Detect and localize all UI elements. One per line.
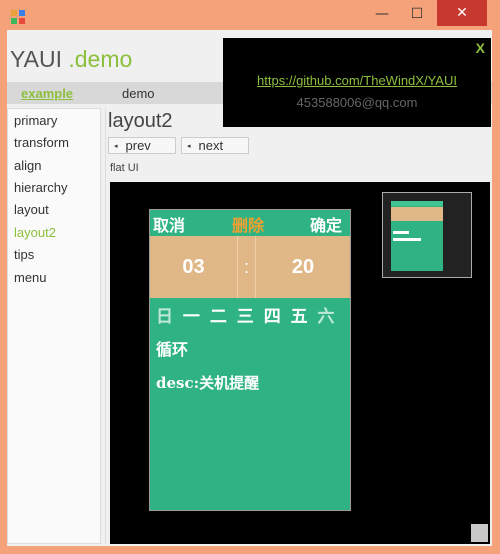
alarm-hour[interactable]: 03 (150, 236, 238, 298)
resize-grip[interactable] (471, 524, 488, 542)
demo-canvas[interactable]: 取消 删除 确定 03 : 20 日 一 二 三 四 五 六 循环 desc:关… (110, 182, 490, 544)
alarm-delete-button[interactable]: 删除 (232, 212, 264, 236)
sidebar-item-align[interactable]: align (14, 158, 41, 173)
thumbnail-card (391, 201, 443, 271)
alarm-header: 取消 删除 确定 (150, 210, 350, 236)
contact-email: 453588006@qq.com (296, 95, 418, 110)
github-link[interactable]: https://github.com/TheWindX/YAUI (223, 73, 491, 88)
alarm-description: desc:关机提醒 (156, 374, 260, 392)
prev-label: prev (125, 138, 151, 153)
weekday-wed[interactable]: 三 (237, 307, 256, 327)
weekday-sat[interactable]: 六 (318, 307, 337, 327)
sidebar-item-tips[interactable]: tips (14, 247, 34, 262)
nav-demo-link[interactable]: demo (122, 86, 155, 101)
page-title: layout2 (108, 110, 173, 132)
alarm-repeat[interactable]: 循环 (156, 336, 188, 360)
nav-example-link[interactable]: example (21, 86, 73, 101)
sidebar-item-menu[interactable]: menu (14, 270, 47, 285)
weekday-sun[interactable]: 日 (156, 307, 175, 327)
preview-thumbnail (382, 192, 472, 278)
alarm-cancel-button[interactable]: 取消 (153, 212, 185, 236)
weekday-tue[interactable]: 二 (210, 307, 229, 327)
popup-close-button[interactable]: X (476, 40, 485, 56)
weekday-mon[interactable]: 一 (183, 307, 202, 327)
minimize-button[interactable]: — (368, 0, 396, 28)
title-bar: — ☐ ✕ (0, 0, 500, 32)
sidebar-item-layout2[interactable]: layout2 (14, 225, 56, 240)
close-icon: ✕ (456, 5, 468, 21)
maximize-button[interactable]: ☐ (402, 0, 432, 28)
close-button[interactable]: ✕ (437, 0, 487, 26)
sidebar-item-transform[interactable]: transform (14, 135, 69, 150)
alarm-card: 取消 删除 确定 03 : 20 日 一 二 三 四 五 六 循环 desc:关… (149, 209, 351, 511)
app-window: — ☐ ✕ YAUI .demo example demo primary tr… (0, 0, 500, 554)
weekday-fri[interactable]: 五 (291, 307, 310, 327)
info-popup: X https://github.com/TheWindX/YAUI 45358… (223, 38, 491, 127)
next-label: next (198, 138, 224, 153)
brand-suffix: .demo (68, 46, 133, 72)
sidebar-item-layout[interactable]: layout (14, 202, 49, 217)
arrow-left-icon: ◂ (114, 142, 118, 150)
app-icon (11, 10, 25, 24)
alarm-time-picker: 03 : 20 (150, 236, 350, 298)
arrow-left-icon: ◂ (187, 142, 191, 150)
alarm-confirm-button[interactable]: 确定 (310, 212, 342, 236)
next-button[interactable]: ◂ next (181, 137, 249, 154)
sidebar-item-primary[interactable]: primary (14, 113, 57, 128)
brand-name: YAUI (10, 46, 62, 72)
section-label: flat UI (110, 162, 139, 174)
minimize-icon: — (375, 6, 389, 22)
sidebar-item-hierarchy[interactable]: hierarchy (14, 180, 67, 195)
sidebar: primary transform align hierarchy layout… (7, 108, 101, 544)
alarm-weekdays: 日 一 二 三 四 五 六 (156, 302, 337, 327)
alarm-colon: : (238, 236, 256, 298)
maximize-icon: ☐ (410, 6, 424, 22)
main-panel: layout2 ◂ prev ◂ next flat UI 取消 删除 确定 03 … (105, 108, 492, 544)
brand-title: YAUI .demo (10, 46, 132, 73)
weekday-thu[interactable]: 四 (264, 307, 283, 327)
prev-button[interactable]: ◂ prev (108, 137, 176, 154)
alarm-minute[interactable]: 20 (256, 236, 350, 298)
